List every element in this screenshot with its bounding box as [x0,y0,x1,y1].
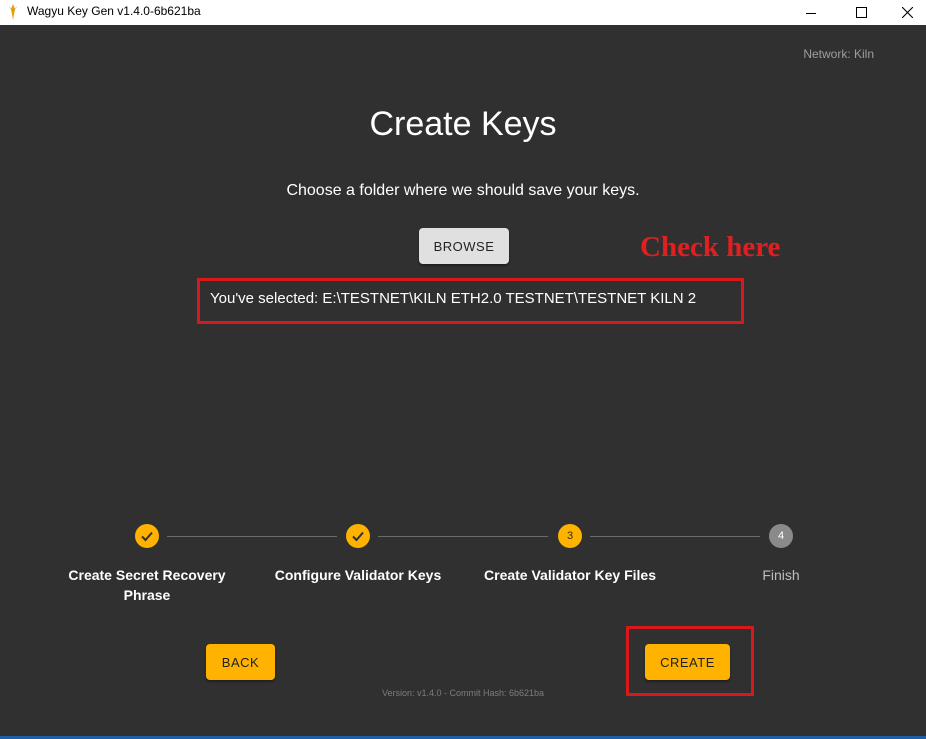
annotation-text: Check here [640,231,781,263]
step-3-label: Create Validator Key Files [484,567,656,583]
network-label: Network: Kiln [803,47,874,61]
main-content: Network: Kiln Create Keys Choose a folde… [0,25,926,736]
step-connector [167,536,337,537]
back-button[interactable]: BACK [206,644,275,680]
wagyu-logo-icon [8,4,18,20]
step-2-label: Configure Validator Keys [274,567,442,583]
browse-button[interactable]: BROWSE [419,228,509,264]
close-button[interactable] [884,0,926,25]
step-4-label: Finish [762,567,800,583]
page-subtitle: Choose a folder where we should save you… [286,182,640,199]
step-connector [590,536,760,537]
maximize-button[interactable] [838,0,884,25]
annotation-highlight-create [626,626,754,696]
page-title: Create Keys [369,105,557,143]
minimize-icon [806,8,816,18]
step-2-check-icon [346,524,370,548]
version-info: Version: v1.4.0 - Commit Hash: 6b621ba [381,688,545,698]
step-4-number: 4 [769,524,793,548]
maximize-icon [855,7,867,18]
window-titlebar: Wagyu Key Gen v1.4.0-6b621ba [0,0,926,25]
step-1-label: Create Secret Recovery Phrase [68,567,226,603]
step-3-number: 3 [558,524,582,548]
close-icon [901,7,913,18]
step-connector [378,536,548,537]
step-1-check-icon [135,524,159,548]
minimize-button[interactable] [788,0,834,25]
selected-folder-path: You've selected: E:\TESTNET\KILN ETH2.0 … [210,290,697,307]
window-title: Wagyu Key Gen v1.4.0-6b621ba [27,4,201,18]
